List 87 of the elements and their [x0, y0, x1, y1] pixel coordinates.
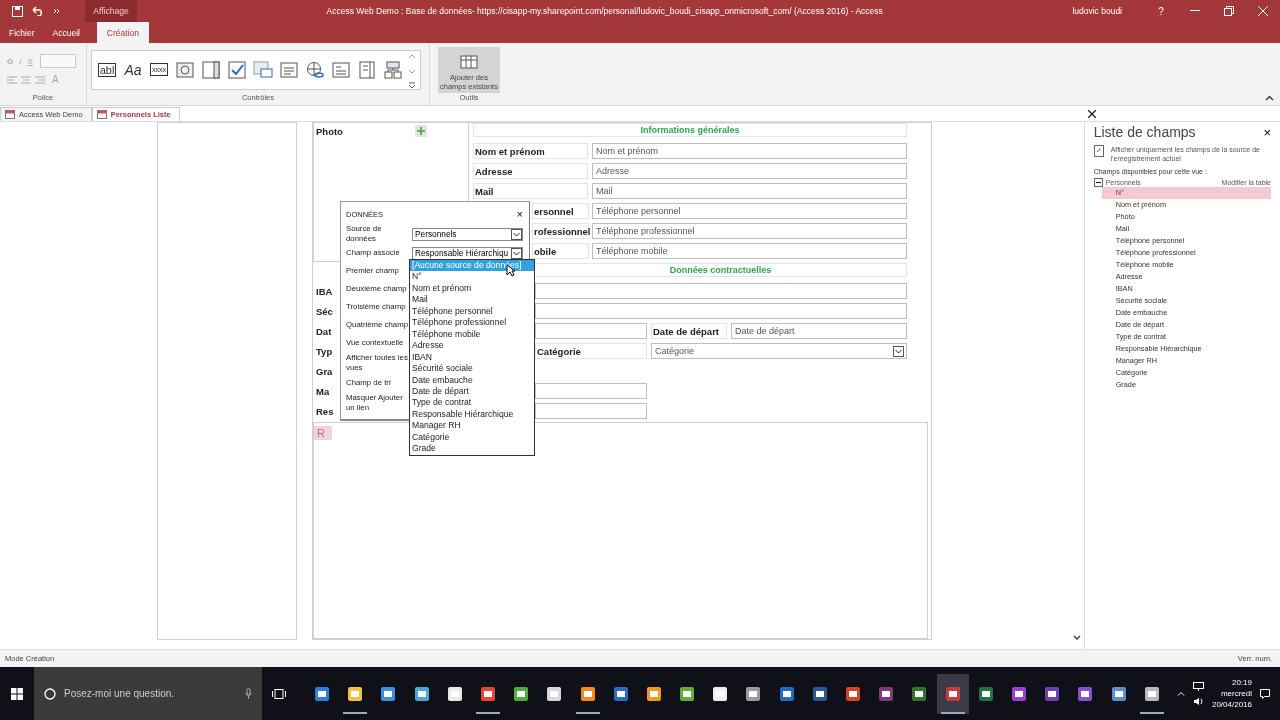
circle-icon	[44, 687, 56, 700]
text-field[interactable]: Téléphone professionnel	[592, 223, 907, 239]
save-icon[interactable]	[12, 5, 23, 17]
select-field[interactable]: Catégorie	[651, 343, 907, 359]
dropdown-option[interactable]: N°	[410, 271, 534, 283]
ribbon-tab[interactable]: Fichier	[0, 22, 44, 43]
text-field[interactable]: Téléphone mobile	[592, 243, 907, 259]
field-label: Nom et prénom	[473, 143, 588, 159]
field-label: IBA	[315, 284, 334, 298]
dropdown-option[interactable]: Date de départ	[410, 386, 534, 398]
microphone-icon[interactable]	[245, 688, 252, 699]
restore-icon[interactable]	[1224, 6, 1234, 16]
close-button[interactable]: ×	[516, 208, 523, 220]
notifications-icon[interactable]	[1260, 688, 1270, 699]
field-label: Adresse	[473, 163, 588, 179]
section-header: Données contractuelles	[534, 263, 907, 277]
clock-time: 20:19	[1231, 677, 1252, 688]
property-select[interactable]: Responsable Hiérarchiqu	[412, 246, 523, 260]
collapse-icon[interactable]	[1265, 95, 1274, 101]
dropdown-option[interactable]: Adresse	[410, 340, 534, 352]
field-label: Catégorie	[535, 343, 647, 359]
undo-icon[interactable]	[31, 6, 45, 16]
window-title: Access Web Demo : Base de données- https://cisapp-my.sharepoint.com/personal/ludovic_boudi_cisapp_onmicrosoft_com/ (Access 2016) - Access	[325, 6, 884, 16]
text-field[interactable]	[535, 303, 907, 319]
clock-day: mercredi	[1220, 688, 1252, 699]
tray-caret-icon[interactable]	[1176, 691, 1185, 696]
field-label: ersonnel	[532, 203, 589, 219]
text-field[interactable]	[535, 283, 907, 299]
dropdown-option[interactable]: IBAN	[410, 351, 534, 364]
dropdown-option[interactable]: Nom et prénom	[410, 282, 534, 295]
search-placeholder: Posez-moi une question.	[64, 688, 176, 699]
dropdown-option[interactable]: Téléphone mobile	[410, 328, 534, 341]
help-button[interactable]: ?	[1144, 0, 1178, 22]
section-header: Informations générales	[473, 123, 907, 137]
field-label: Gra	[315, 364, 334, 378]
dropdown-option[interactable]: Responsable Hiérarchique	[410, 408, 534, 421]
windows-icon[interactable]	[11, 687, 23, 700]
field-label: rofessionnel	[532, 223, 589, 239]
minimize-icon[interactable]	[1190, 10, 1200, 12]
field-label: Date de départ	[651, 323, 727, 339]
dropdown-option[interactable]: Type de contrat	[410, 397, 534, 409]
text-field[interactable]: Adresse	[592, 163, 907, 179]
property-select[interactable]: Personnels	[412, 227, 523, 241]
text-field[interactable]	[535, 383, 647, 399]
search-field[interactable]: Posez-moi une question.	[34, 667, 262, 720]
dropdown-option[interactable]: Grade	[410, 443, 534, 455]
dropdown-option[interactable]: Catégorie	[410, 431, 534, 444]
dropdown-option[interactable]: Date embauche	[410, 374, 534, 386]
ribbon-tab[interactable]: Création	[96, 22, 149, 43]
collapse-icon[interactable]	[1093, 178, 1103, 187]
ribbon-tab[interactable]: Accueil	[43, 22, 89, 43]
form-icon	[5, 109, 15, 119]
field-label: Ma	[315, 384, 331, 398]
dropdown-option[interactable]: Téléphone personnel	[410, 305, 534, 318]
user-name[interactable]: ludovic boudi	[1072, 6, 1122, 16]
field-label: Mail	[473, 183, 588, 199]
more-icon[interactable]	[53, 7, 61, 15]
text-field[interactable]: Nom et prénom	[592, 143, 907, 159]
field-label: Dat	[315, 324, 333, 338]
dropdown-option[interactable]: Téléphone professionnel	[410, 317, 534, 329]
field-label: obile	[532, 243, 589, 259]
text-field[interactable]	[535, 323, 647, 339]
control-tool[interactable]: Aa	[122, 57, 144, 82]
close-icon[interactable]	[1088, 109, 1096, 118]
table-icon	[460, 54, 478, 69]
field-label: Séc	[315, 304, 334, 318]
text-field[interactable]: Mail	[592, 183, 907, 199]
scroll-down-icon[interactable]	[1073, 635, 1082, 641]
field-label: Typ	[315, 344, 334, 358]
panel-title: Liste de champs	[1093, 124, 1196, 140]
network-icon[interactable]	[1192, 681, 1204, 691]
field-label: Res	[315, 404, 335, 418]
close-button[interactable]: ×	[1263, 124, 1271, 140]
font-size-field[interactable]	[39, 54, 76, 68]
dropdown-option[interactable]: Manager RH	[410, 420, 534, 432]
dropdown-option[interactable]: Sécurité sociale	[410, 363, 534, 375]
context-tab-label: Affichage	[85, 0, 137, 22]
text-field[interactable]: Date de départ	[731, 323, 907, 339]
text-field[interactable]: Téléphone personnel	[592, 203, 907, 219]
text-field[interactable]	[535, 403, 647, 419]
task-view-icon[interactable]	[272, 688, 286, 699]
clock-date: 20/04/2016	[1211, 699, 1252, 710]
dropdown-option[interactable]: Mail	[410, 294, 534, 306]
filter-icon[interactable]	[1093, 145, 1105, 157]
volume-icon[interactable]	[1192, 696, 1204, 706]
form-icon	[96, 109, 107, 119]
app-icon[interactable]	[936, 673, 969, 714]
